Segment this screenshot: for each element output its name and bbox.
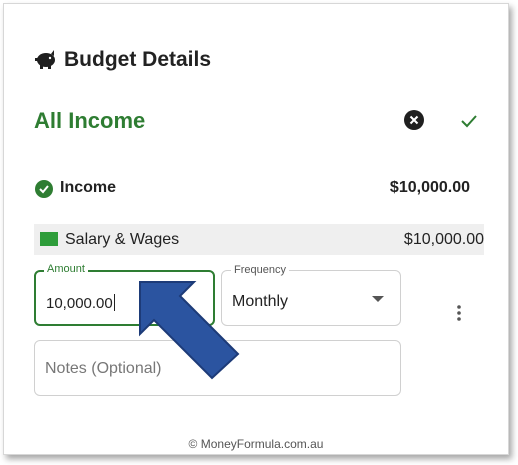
cancel-icon	[409, 115, 419, 125]
pointer-arrow-icon	[139, 281, 240, 380]
income-label: Income	[60, 179, 117, 196]
category-amount: $10,000.00	[403, 231, 484, 248]
category-row[interactable]: Salary & Wages $10,000.00	[34, 224, 484, 255]
cancel-button[interactable]	[404, 110, 424, 130]
frequency-select[interactable]: Frequency Monthly	[221, 264, 401, 326]
confirm-button[interactable]	[459, 111, 479, 131]
check-circle-icon	[35, 180, 53, 198]
category-color-swatch	[40, 232, 58, 246]
income-total: $10,000.00	[389, 179, 470, 196]
check-icon	[461, 115, 477, 128]
amount-label: Amount	[44, 263, 88, 275]
section-title: All Income	[34, 108, 146, 133]
page-title: Budget Details	[64, 48, 212, 71]
budget-details-card: Budget Details All Income Income $10,000…	[3, 3, 509, 455]
piggy-bank-icon	[35, 50, 55, 69]
amount-value[interactable]: 10,000.00	[46, 295, 113, 312]
copyright-footer: © MoneyFormula.com.au	[188, 437, 324, 451]
more-vert-icon	[457, 305, 461, 321]
more-options-button[interactable]	[453, 303, 465, 323]
text-caret	[113, 294, 115, 311]
chevron-down-icon	[372, 296, 384, 302]
category-label: Salary & Wages	[65, 231, 180, 248]
